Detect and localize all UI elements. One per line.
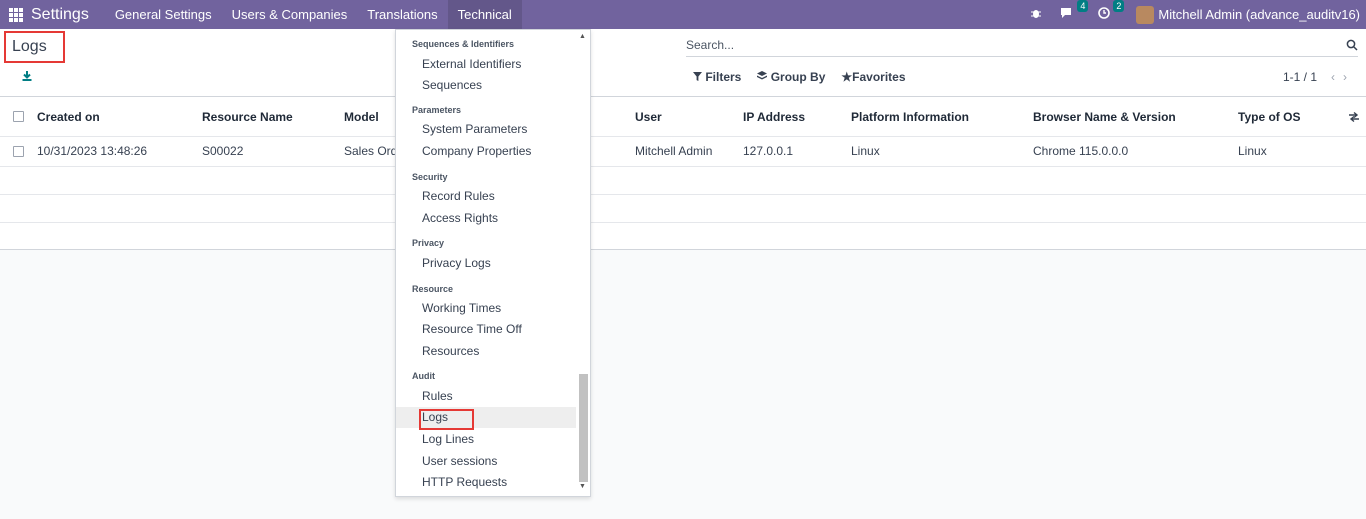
section-sequences-identifiers: Sequences & Identifiers [412, 39, 515, 49]
filters-label: Filters [705, 70, 742, 84]
header-browser-name-version[interactable]: Browser Name & Version [1033, 110, 1176, 124]
technical-dropdown-menu: Sequences & Identifiers External Identif… [395, 29, 591, 497]
header-type-of-os[interactable]: Type of OS [1238, 110, 1300, 124]
table-top-border [0, 96, 1366, 97]
section-resource: Resource [412, 284, 454, 294]
section-audit: Audit [412, 371, 435, 381]
header-resource-name[interactable]: Resource Name [202, 110, 293, 124]
search-input[interactable] [686, 38, 1326, 52]
menu-item-log-lines[interactable]: Log Lines [422, 432, 474, 446]
top-navbar: Settings General Settings Users & Compan… [0, 0, 1366, 29]
star-icon: ★ [841, 70, 853, 84]
group-by-button[interactable]: Group By [757, 70, 825, 84]
empty-row-divider [0, 222, 1366, 223]
cell-browser-name-version: Chrome 115.0.0.0 [1033, 144, 1129, 158]
content-background [0, 250, 1366, 519]
cell-created-on: 10/31/2023 13:48:26 [37, 144, 148, 158]
select-all-checkbox[interactable] [13, 111, 24, 122]
section-parameters: Parameters [412, 105, 462, 115]
messages-icon[interactable]: 4 [1060, 0, 1089, 22]
pager-prev-icon[interactable]: ‹ [1331, 70, 1335, 84]
group-by-label: Group By [770, 70, 826, 84]
menu-item-access-rights[interactable]: Access Rights [422, 211, 498, 225]
menu-item-user-sessions[interactable]: User sessions [422, 454, 497, 468]
layers-icon [757, 71, 768, 80]
menu-general-settings[interactable]: General Settings [105, 0, 222, 29]
scroll-down-icon[interactable]: ▼ [579, 483, 586, 490]
header-ip-address[interactable]: IP Address [743, 110, 805, 124]
menu-technical[interactable]: Technical [447, 0, 522, 29]
menu-item-record-rules[interactable]: Record Rules [422, 189, 495, 203]
scroll-up-icon[interactable]: ▲ [579, 33, 586, 40]
favorites-label: Favorites [852, 70, 906, 84]
header-divider [0, 136, 1366, 137]
header-user[interactable]: User [635, 110, 662, 124]
pager-value[interactable]: 1-1 / 1 [1283, 70, 1317, 84]
cell-platform-information: Linux [851, 144, 880, 158]
header-model[interactable]: Model [344, 110, 379, 124]
cell-user: Mitchell Admin [635, 144, 713, 158]
debug-bug-icon[interactable] [1030, 7, 1042, 22]
scrollbar-thumb[interactable] [579, 374, 588, 482]
activities-clock-icon[interactable]: 2 [1098, 0, 1125, 22]
pager-next-icon[interactable]: › [1343, 70, 1347, 84]
messages-badge: 4 [1077, 0, 1089, 12]
menu-users-companies[interactable]: Users & Companies [222, 0, 358, 29]
empty-row-divider [0, 194, 1366, 195]
menu-item-sequences[interactable]: Sequences [422, 78, 482, 92]
search-bar [686, 36, 1358, 57]
header-platform-information[interactable]: Platform Information [851, 110, 969, 124]
page-title: Logs [12, 38, 47, 55]
cell-ip-address: 127.0.0.1 [743, 144, 794, 158]
optional-columns-icon[interactable] [1348, 110, 1360, 128]
search-icon[interactable] [1346, 38, 1358, 56]
section-privacy: Privacy [412, 238, 445, 248]
download-icon[interactable] [21, 69, 33, 81]
menu-item-resource-time-off[interactable]: Resource Time Off [422, 322, 522, 336]
activities-badge: 2 [1113, 0, 1125, 12]
menu-item-rules[interactable]: Rules [422, 389, 453, 403]
menu-item-http-requests[interactable]: HTTP Requests [422, 475, 507, 489]
menu-item-privacy-logs[interactable]: Privacy Logs [422, 256, 491, 270]
row-checkbox[interactable] [13, 146, 24, 157]
user-avatar[interactable] [1136, 5, 1155, 24]
search-options: Filters Group By ★Favorites [693, 70, 906, 84]
menu-translations[interactable]: Translations [357, 0, 447, 29]
user-menu[interactable]: Mitchell Admin (advance_auditv16) [1158, 7, 1360, 22]
menu-item-company-properties[interactable]: Company Properties [422, 144, 531, 158]
section-security: Security [412, 172, 448, 182]
app-name[interactable]: Settings [31, 6, 89, 24]
cell-type-of-os: Linux [1238, 144, 1267, 158]
pager: 1-1 / 1 ‹ › [1283, 70, 1347, 84]
logs-highlight-box [419, 409, 474, 430]
row-divider [0, 166, 1366, 167]
menu-item-working-times[interactable]: Working Times [422, 301, 501, 315]
header-created-on[interactable]: Created on [37, 110, 100, 124]
menu-item-external-identifiers[interactable]: External Identifiers [422, 57, 521, 71]
filters-button[interactable]: Filters [693, 70, 741, 84]
menu-item-resources[interactable]: Resources [422, 344, 479, 358]
menu-item-system-parameters[interactable]: System Parameters [422, 122, 527, 136]
filter-icon [693, 72, 702, 81]
favorites-button[interactable]: ★Favorites [841, 70, 905, 84]
cell-resource-name: S00022 [202, 144, 244, 158]
apps-menu-icon[interactable] [9, 7, 23, 22]
